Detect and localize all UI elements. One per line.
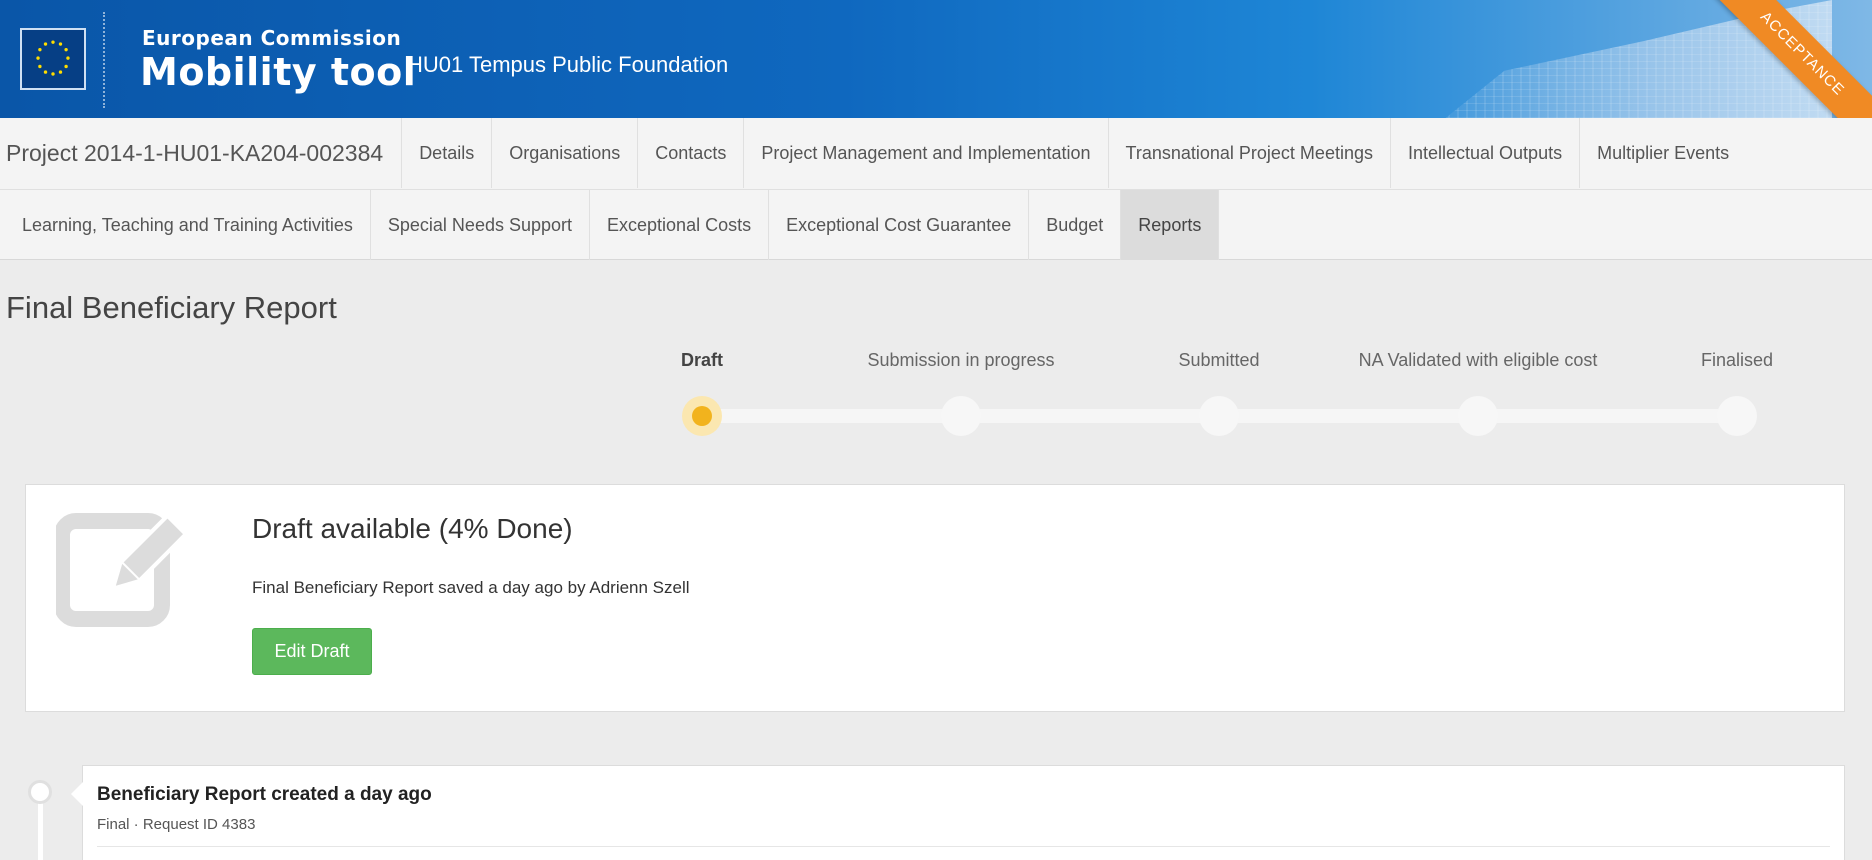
tab-organisations[interactable]: Organisations bbox=[492, 118, 639, 188]
tab-contacts[interactable]: Contacts bbox=[638, 118, 745, 188]
draft-saved-info: Final Beneficiary Report saved a day ago… bbox=[252, 578, 690, 597]
tab-budget[interactable]: Budget bbox=[1029, 190, 1122, 260]
step-label-draft: Draft bbox=[680, 350, 724, 370]
page-title: Final Beneficiary Report bbox=[6, 290, 337, 325]
draft-card: Draft available (4% Done) Final Benefici… bbox=[25, 484, 1845, 712]
tab-transnational-meetings[interactable]: Transnational Project Meetings bbox=[1109, 118, 1391, 188]
edit-icon bbox=[54, 511, 189, 627]
tab-exceptional-costs[interactable]: Exceptional Costs bbox=[590, 190, 770, 260]
step-label-na-validated: NA Validated with eligible cost bbox=[1358, 350, 1598, 370]
timeline-item-title: Beneficiary Report created a day ago bbox=[97, 784, 432, 805]
header-separator bbox=[103, 12, 105, 108]
brand-subtitle: European Commission bbox=[142, 26, 402, 50]
step-dot-na-validated bbox=[1458, 396, 1498, 436]
step-dot-finalised bbox=[1717, 396, 1757, 436]
tab-project-management[interactable]: Project Management and Implementation bbox=[744, 118, 1109, 188]
step-dot-submission-in-progress bbox=[941, 396, 981, 436]
step-label-submitted: Submitted bbox=[1178, 350, 1260, 370]
draft-status-title: Draft available (4% Done) bbox=[252, 513, 573, 544]
tab-multiplier-events[interactable]: Multiplier Events bbox=[1580, 118, 1746, 188]
timeline-item: Beneficiary Report created a day ago Fin… bbox=[71, 765, 1845, 860]
report-status-stepper: Draft Submission in progress Submitted N… bbox=[0, 340, 1872, 440]
organisation-name: HU01 Tempus Public Foundation bbox=[407, 52, 729, 77]
timeline-line bbox=[38, 798, 43, 860]
step-dot-draft bbox=[682, 396, 722, 436]
tab-details[interactable]: Details bbox=[402, 118, 493, 188]
tab-special-needs[interactable]: Special Needs Support bbox=[371, 190, 591, 260]
project-title: Project 2014-1-HU01-KA204-002384 bbox=[0, 118, 403, 188]
step-dot-submitted bbox=[1199, 396, 1239, 436]
brand-title[interactable]: Mobility tool bbox=[140, 50, 416, 94]
tab-reports[interactable]: Reports bbox=[1121, 190, 1220, 260]
nav-row-1: Project 2014-1-HU01-KA204-002384 Details… bbox=[0, 118, 1746, 188]
eu-flag-icon bbox=[20, 28, 86, 90]
tab-intellectual-outputs[interactable]: Intellectual Outputs bbox=[1391, 118, 1581, 188]
timeline-divider bbox=[97, 846, 1830, 847]
tab-exceptional-cost-guarantee[interactable]: Exceptional Cost Guarantee bbox=[769, 190, 1030, 260]
project-navigation: Project 2014-1-HU01-KA204-002384 Details… bbox=[0, 118, 1872, 260]
timeline-item-meta: Final · Request ID 4383 bbox=[97, 816, 256, 833]
app-header: European Commission Mobility tool HU01 T… bbox=[0, 0, 1872, 118]
step-label-finalised: Finalised bbox=[1700, 350, 1774, 370]
nav-row-2: Learning, Teaching and Training Activiti… bbox=[0, 189, 1872, 260]
step-label-submission-in-progress: Submission in progress bbox=[867, 350, 1055, 370]
edit-draft-button[interactable]: Edit Draft bbox=[252, 628, 372, 675]
timeline-dot bbox=[28, 780, 52, 804]
tab-learning-activities[interactable]: Learning, Teaching and Training Activiti… bbox=[0, 190, 371, 260]
